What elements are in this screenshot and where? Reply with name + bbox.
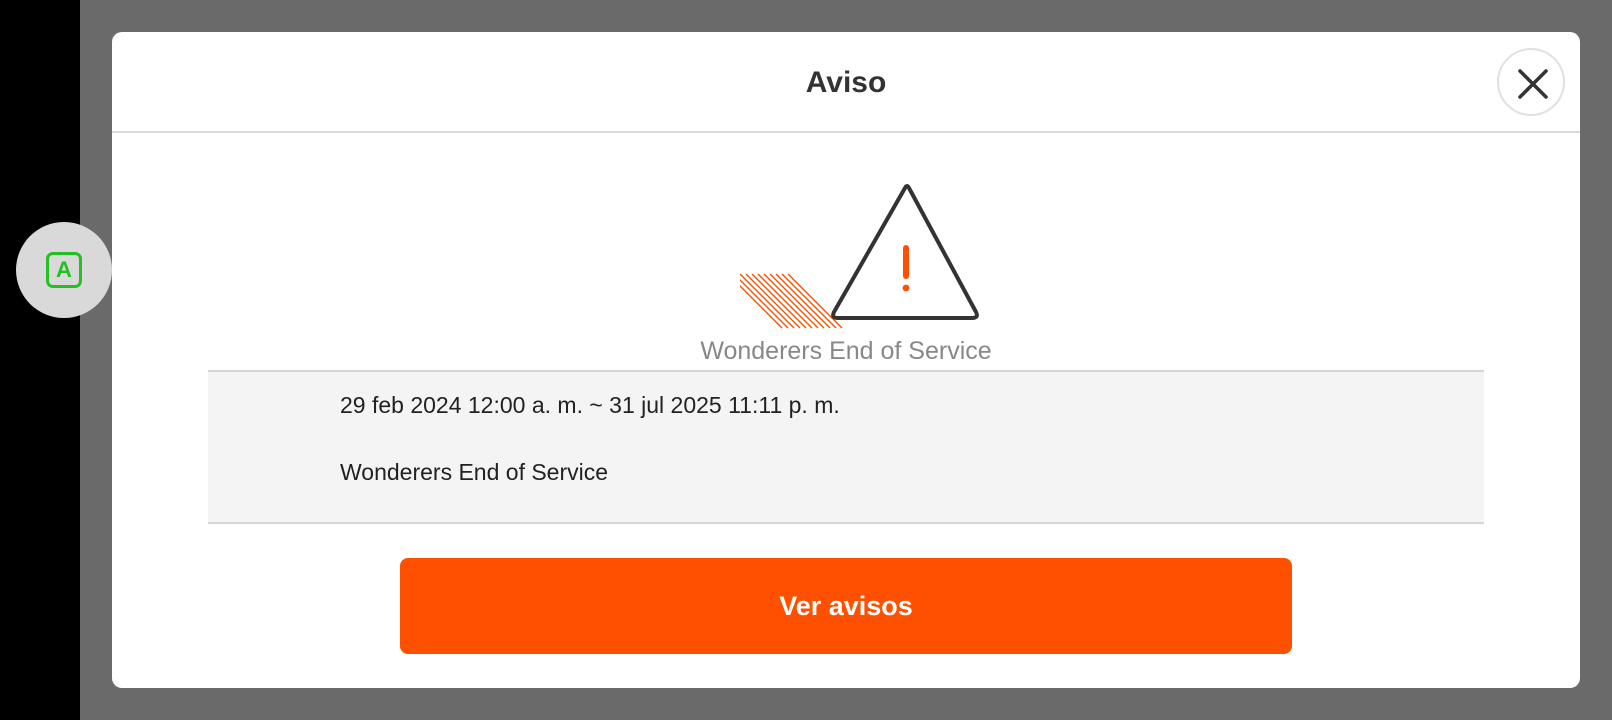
close-icon [1518,69,1548,99]
notice-subtitle: Wonderers End of Service [700,337,992,365]
notice-message: Wonderers End of Service [340,459,609,485]
close-button[interactable] [1497,48,1565,116]
dialog-header: Aviso [112,32,1580,133]
notice-dialog: Aviso Wonderers End of Service 29 feb 20… [112,32,1580,688]
view-notices-button[interactable]: Ver avisos [400,558,1292,654]
notice-date-range: 29 feb 2024 12:00 a. m. ~ 31 jul 2025 11… [340,392,840,418]
dialog-title: Aviso [805,66,887,99]
warning-triangle-icon [740,184,979,329]
left-edge-bar [0,0,80,720]
floating-assist-button[interactable]: A [16,222,112,318]
assistant-a-icon: A [46,252,82,288]
notice-details: 29 feb 2024 12:00 a. m. ~ 31 jul 2025 11… [208,370,1484,524]
